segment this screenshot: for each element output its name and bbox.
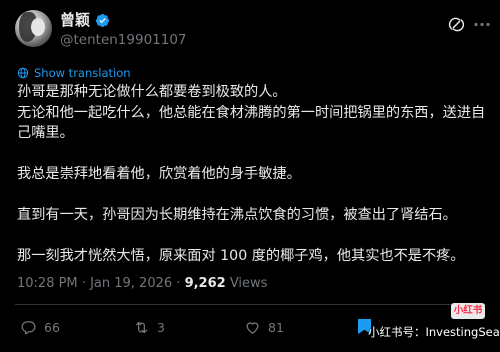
user-handle[interactable]: @tenten19901107 — [60, 32, 187, 48]
reply-button[interactable]: 66 — [20, 319, 60, 336]
avatar-face — [31, 18, 45, 36]
tweet-time[interactable]: 10:28 PM — [17, 276, 78, 291]
tweet-meta: 10:28 PM · Jan 19, 2026 · 9,262 Views — [17, 276, 267, 292]
globe-icon — [17, 67, 29, 79]
more-icon[interactable] — [474, 22, 490, 27]
like-count: 81 — [268, 319, 284, 335]
views-label: Views — [229, 276, 268, 291]
meta-separator: · — [81, 276, 86, 291]
show-translation-label: Show translation — [34, 66, 131, 80]
display-name[interactable]: 曾颖 — [60, 11, 90, 29]
like-icon — [246, 322, 259, 334]
watermark-text: 小红书号：InvestingSeas — [368, 325, 500, 339]
avatar[interactable] — [15, 10, 52, 47]
tweet-paragraph: 直到有一天，孙哥因为长期维持在沸点饮食的习惯，被查出了肾结石。 — [17, 207, 457, 223]
tweet-card: 曾颖 @tenten19901107 Show translation 孙哥是那… — [0, 0, 500, 352]
repost-icon — [135, 321, 148, 334]
meta-separator: · — [176, 276, 181, 291]
views-count: 9,262 — [184, 276, 226, 291]
name-row: 曾颖 — [60, 11, 110, 29]
verified-badge-icon — [95, 13, 110, 27]
tweet-paragraph: 那一刻我才恍然大悟，原来面对 100 度的椰子鸡，他其实也不是不疼。 — [17, 248, 465, 264]
tweet-text: 孙哥是那种无论做什么都要卷到极致的人。 无论和他一起吃什么，他总能在食材沸腾的第… — [17, 82, 487, 267]
reply-icon — [21, 321, 36, 335]
repost-button[interactable]: 3 — [133, 319, 165, 336]
reply-count: 66 — [44, 319, 60, 335]
divider — [15, 304, 485, 305]
tweet-paragraph: 无论和他一起吃什么，他总能在食材沸腾的第一时间把锅里的东西，送进自己嘴里。 — [17, 104, 486, 142]
show-translation-link[interactable]: Show translation — [17, 66, 131, 80]
like-button[interactable]: 81 — [244, 319, 284, 336]
watermark-badge: 小红书 — [451, 303, 485, 319]
tweet-date[interactable]: Jan 19, 2026 — [90, 276, 172, 291]
grok-icon[interactable] — [448, 16, 465, 33]
tweet-paragraph: 孙哥是那种无论做什么都要卷到极致的人。 — [17, 84, 287, 100]
tweet-paragraph: 我总是崇拜地看着他，欣赏着他的身手敏捷。 — [17, 166, 301, 182]
repost-count: 3 — [157, 319, 165, 335]
